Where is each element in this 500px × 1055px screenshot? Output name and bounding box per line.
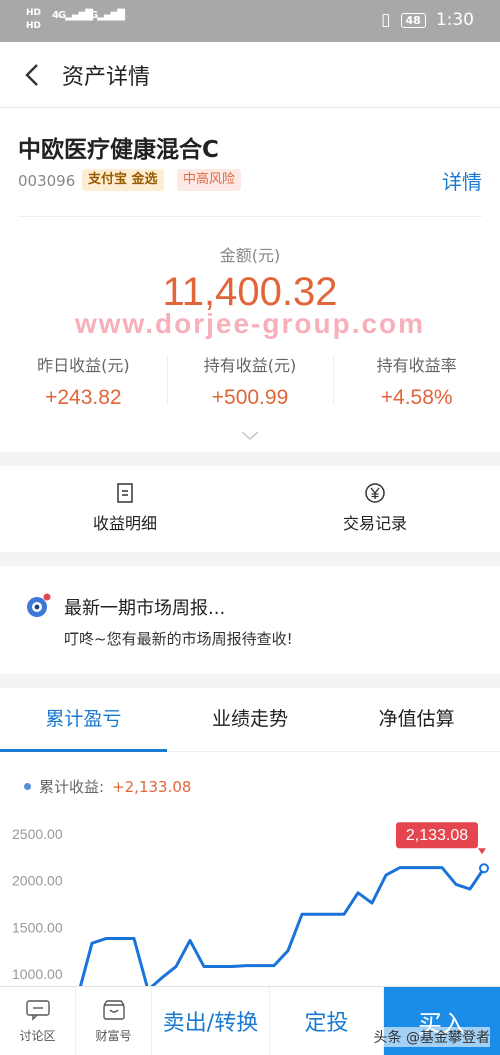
action-label: 交易记录 xyxy=(342,514,407,533)
chart-tabs: 累计盈亏 业绩走势 净值估算 xyxy=(0,688,500,752)
earnings-detail-button[interactable]: 收益明细 xyxy=(0,466,250,552)
network-label-2: HD xyxy=(26,21,42,31)
discuss-label: 讨论区 xyxy=(19,1029,56,1043)
stat-label: 昨日收益(元) xyxy=(37,356,130,375)
status-bar: HD HD 4G▂▄▆█ 4G▂▄▆█ ▯ 48 1:30 xyxy=(0,0,500,42)
signal-label-1: 4G xyxy=(52,10,66,21)
sell-convert-button[interactable]: 卖出/转换 xyxy=(152,987,270,1055)
chart-section: 累计盈亏 业绩走势 净值估算 累计收益: +2,133.08 2500.00 20… xyxy=(0,688,500,998)
stat-value: +500.99 xyxy=(211,386,289,409)
platform-badge: 支付宝 金选 xyxy=(82,169,164,191)
network-label-1: HD xyxy=(26,8,42,18)
cumulative-value: +2,133.08 xyxy=(112,777,192,796)
y-tick-label: 1500.00 xyxy=(12,919,63,935)
action-label: 收益明细 xyxy=(92,514,157,533)
watermark: www.dorjee-group.com xyxy=(74,308,426,339)
amount-label: 金额(元) xyxy=(219,246,281,265)
stat-yesterday: 昨日收益(元) +243.82 xyxy=(0,352,167,410)
wealth-button[interactable]: 财富号 xyxy=(76,987,152,1055)
document-icon xyxy=(117,483,133,503)
shop-icon xyxy=(102,1000,125,1020)
divider xyxy=(18,216,482,217)
y-tick-label: 1000.00 xyxy=(12,966,63,982)
earnings-stats: 昨日收益(元) +243.82 持有收益(元) +500.99 持有收益率 +4… xyxy=(0,352,500,410)
tab-cumulative-pnl[interactable]: 累计盈亏 xyxy=(0,688,167,752)
vibrate-icon: ▯ xyxy=(381,10,391,30)
network-indicator: HD HD xyxy=(26,8,41,31)
fund-code: 003096 xyxy=(18,172,76,190)
report-subtitle: 叮咚~您有最新的市场周报待查收! xyxy=(64,630,293,648)
fund-card: 中欧医疗健康混合C 003096 支付宝 金选 中高风险 详情 金额(元) 11… xyxy=(0,108,500,452)
stat-holding: 持有收益(元) +500.99 xyxy=(166,352,334,410)
legend-dot xyxy=(24,783,31,790)
page-title: 资产详情 xyxy=(62,65,151,90)
stat-label: 持有收益率 xyxy=(376,356,457,375)
nav-bar: 资产详情 xyxy=(0,42,500,108)
robot-mascot-icon xyxy=(27,593,51,617)
fixed-investment-button[interactable]: 定投 xyxy=(270,987,384,1055)
last-point-marker xyxy=(479,863,489,874)
yen-circle-icon xyxy=(365,483,385,503)
y-tick-label: 2500.00 xyxy=(12,826,63,842)
chevron-down-icon[interactable] xyxy=(240,430,260,442)
stat-label: 持有收益(元) xyxy=(203,356,297,375)
cumulative-chart: 2500.00 2000.00 1500.00 1000.00 2,133.08 xyxy=(12,822,489,996)
source-watermark: 头条 @基金攀登者 xyxy=(373,1027,490,1047)
transaction-records-button[interactable]: 交易记录 xyxy=(250,466,500,552)
signal-icon-2: 4G▂▄▆█ xyxy=(84,10,125,21)
series-line xyxy=(76,866,486,996)
market-report-card[interactable]: 最新一期市场周报... 叮咚~您有最新的市场周报待查收! xyxy=(0,566,500,674)
stat-value: +4.58% xyxy=(380,386,453,409)
cumulative-label: 累计收益: xyxy=(39,778,105,796)
signal-label-2: 4G xyxy=(84,10,98,21)
back-arrow-icon[interactable] xyxy=(20,60,50,90)
stat-value: +243.82 xyxy=(45,386,122,409)
cumulative-earnings: 累计收益: +2,133.08 xyxy=(24,776,191,797)
y-tick-label: 2000.00 xyxy=(12,873,63,889)
action-row: 收益明细 交易记录 xyxy=(0,466,500,552)
report-title: 最新一期市场周报... xyxy=(64,598,226,619)
detail-link[interactable]: 详情 xyxy=(442,166,482,195)
last-value-label: 2,133.08 xyxy=(406,827,468,844)
battery-indicator: 48 xyxy=(400,12,426,28)
stat-rate: 持有收益率 +4.58% xyxy=(333,352,500,410)
tooltip-pointer xyxy=(478,848,486,855)
discuss-button[interactable]: 讨论区 xyxy=(0,987,76,1055)
tab-nav-estimate[interactable]: 净值估算 xyxy=(333,688,500,751)
fund-name: 中欧医疗健康混合C xyxy=(18,137,219,163)
wealth-label: 财富号 xyxy=(95,1029,132,1043)
chat-bubble-icon xyxy=(25,1000,50,1021)
clock: 1:30 xyxy=(435,10,474,30)
risk-badge: 中高风险 xyxy=(177,169,242,191)
tab-performance[interactable]: 业绩走势 xyxy=(167,688,334,751)
